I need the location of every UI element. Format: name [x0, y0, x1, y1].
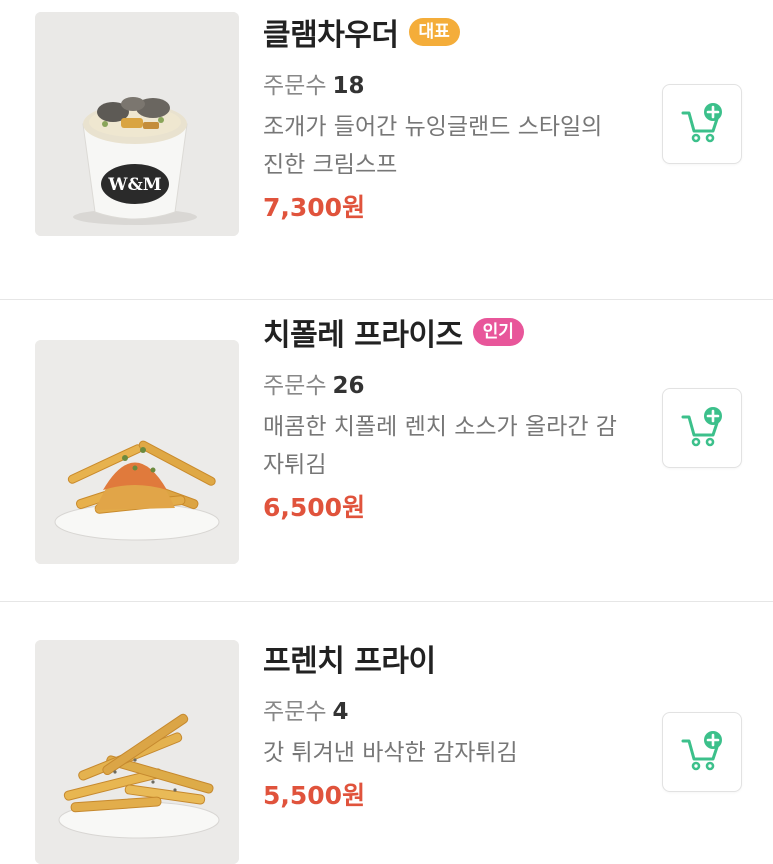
order-count-label: 주문수: [263, 699, 327, 725]
menu-item-name: 프렌치 프라이: [263, 644, 436, 679]
menu-item-info: 프렌치 프라이 주문수 4 갓 튀겨낸 바삭한 감자튀김 5,500원: [263, 638, 643, 812]
menu-item-image[interactable]: W&M: [35, 12, 239, 236]
cart-add-icon: [681, 103, 722, 143]
menu-item-info: 클램차우더 대표 주문수 18 조개가 들어간 뉴잉글랜드 스타일의 진한 크림스…: [263, 12, 643, 224]
order-count-value: 4: [332, 699, 349, 725]
order-count: 주문수 4: [263, 692, 643, 726]
popular-badge: 인기: [472, 318, 524, 346]
menu-item-price: 6,500원: [263, 493, 366, 522]
order-count-value: 18: [332, 73, 365, 99]
cart-add-icon: [681, 407, 722, 447]
cart-add-icon: [681, 731, 722, 771]
add-to-cart-button[interactable]: [662, 388, 742, 468]
menu-item-name: 클램차우더: [263, 18, 399, 53]
menu-item-price: 5,500원: [263, 781, 366, 810]
brand-logo: W&M: [107, 175, 161, 195]
menu-item-description: 매콤한 치폴레 렌치 소스가 올라간 감자튀김: [263, 414, 617, 478]
order-count: 주문수 26: [263, 366, 643, 400]
menu-item-description: 조개가 들어간 뉴잉글랜드 스타일의 진한 크림스프: [263, 114, 603, 178]
menu-item-description: 갓 튀겨낸 바삭한 감자튀김: [263, 740, 518, 766]
menu-item[interactable]: W&M 클램차우더 대표 주문수 18 조개가 들어간 뉴잉글랜드 스타일의 진한…: [0, 0, 773, 300]
menu-item-image[interactable]: [35, 640, 239, 864]
menu-item[interactable]: 프렌치 프라이 주문수 4 갓 튀겨낸 바삭한 감자튀김 5,500원: [0, 602, 773, 864]
add-to-cart-button[interactable]: [662, 712, 742, 792]
representative-badge: 대표: [408, 18, 460, 46]
order-count-label: 주문수: [263, 373, 327, 399]
order-count-label: 주문수: [263, 73, 327, 99]
order-count-value: 26: [332, 373, 365, 399]
menu-list: W&M 클램차우더 대표 주문수 18 조개가 들어간 뉴잉글랜드 스타일의 진한…: [0, 0, 773, 864]
menu-item-image[interactable]: [35, 340, 239, 564]
menu-item-name: 치폴레 프라이즈: [263, 318, 463, 353]
add-to-cart-button[interactable]: [662, 84, 742, 164]
menu-item-price: 7,300원: [263, 193, 366, 222]
menu-item[interactable]: 치폴레 프라이즈 인기 주문수 26 매콤한 치폴레 렌치 소스가 올라간 감자튀…: [0, 300, 773, 602]
menu-item-info: 치폴레 프라이즈 인기 주문수 26 매콤한 치폴레 렌치 소스가 올라간 감자튀…: [263, 312, 643, 524]
order-count: 주문수 18: [263, 66, 643, 100]
